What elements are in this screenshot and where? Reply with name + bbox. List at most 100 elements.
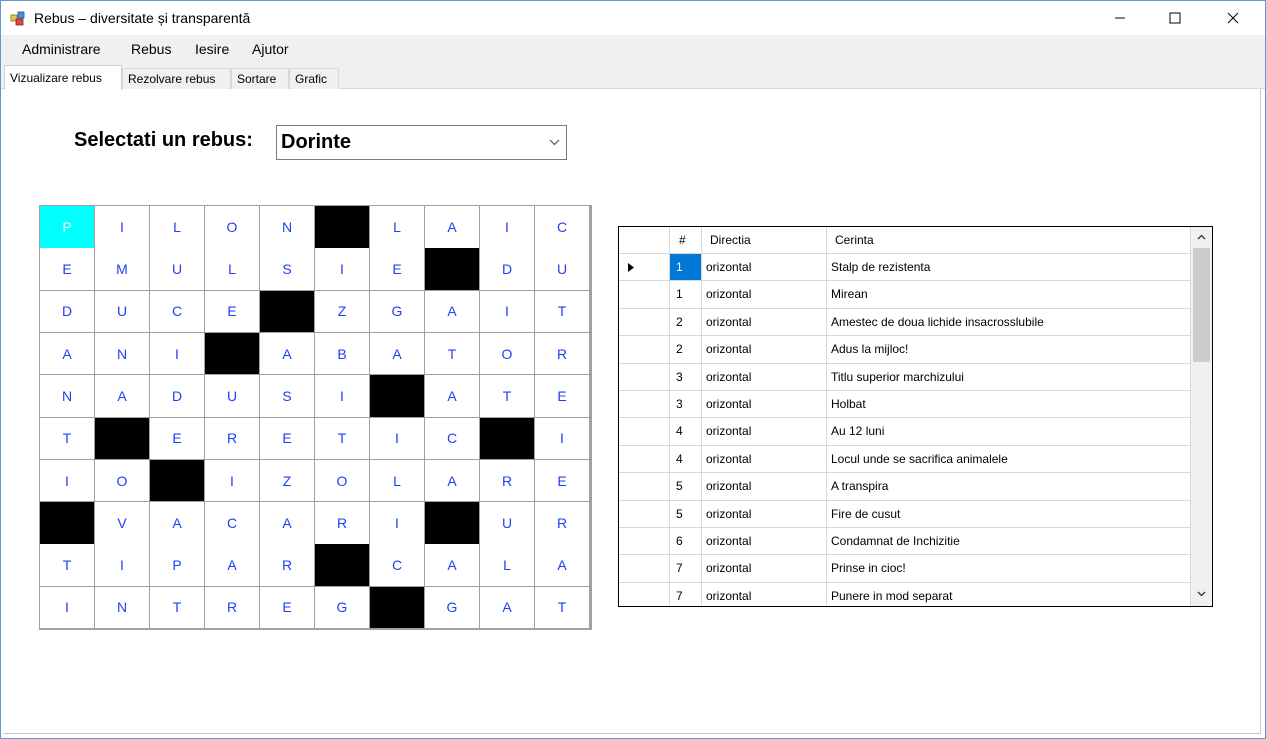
- cell-num[interactable]: 3: [670, 391, 702, 419]
- grid-cell[interactable]: C: [535, 206, 589, 248]
- cell-cerinta[interactable]: Amestec de doua lichide insacrosslubile: [827, 308, 1191, 337]
- grid-cell[interactable]: T: [315, 417, 369, 459]
- row-header[interactable]: [619, 308, 670, 337]
- grid-cell[interactable]: D: [150, 375, 204, 417]
- cell-cerinta[interactable]: Au 12 luni: [827, 418, 1191, 446]
- grid-cell[interactable]: C: [425, 417, 479, 459]
- cell-cerinta[interactable]: Punere in mod separat: [827, 582, 1191, 606]
- grid-cell[interactable]: A: [425, 206, 479, 248]
- cell-num[interactable]: 3: [670, 363, 702, 391]
- grid-cell[interactable]: O: [315, 459, 369, 502]
- header-cerinta[interactable]: Cerinta: [827, 227, 1191, 254]
- grid-cell[interactable]: A: [425, 375, 479, 417]
- grid-cell[interactable]: M: [95, 248, 149, 290]
- row-header[interactable]: [619, 391, 670, 419]
- grid-cell[interactable]: D: [480, 248, 534, 290]
- grid-cell-selected[interactable]: P: [40, 206, 94, 248]
- table-row[interactable]: 1 orizontal Mirean: [619, 281, 1191, 309]
- tab-sortare[interactable]: Sortare: [231, 68, 289, 89]
- grid-cell[interactable]: N: [40, 375, 94, 417]
- row-header[interactable]: [619, 582, 670, 606]
- cell-cerinta[interactable]: Condamnat de Inchizitie: [827, 528, 1191, 556]
- grid-cell[interactable]: A: [260, 332, 314, 375]
- grid-cell[interactable]: I: [315, 375, 369, 417]
- grid-cell[interactable]: E: [260, 586, 314, 629]
- grid-cell[interactable]: T: [40, 544, 94, 586]
- grid-cell[interactable]: O: [480, 332, 534, 375]
- maximize-button[interactable]: [1152, 1, 1198, 34]
- grid-cell[interactable]: G: [370, 290, 424, 333]
- grid-cell[interactable]: I: [370, 502, 424, 544]
- row-header[interactable]: [619, 336, 670, 364]
- cell-cerinta[interactable]: A transpira: [827, 473, 1191, 501]
- grid-cell-black[interactable]: [370, 375, 424, 417]
- grid-cell[interactable]: U: [535, 248, 589, 290]
- grid-cell[interactable]: N: [260, 206, 314, 248]
- grid-cell[interactable]: R: [205, 417, 259, 459]
- grid-cell[interactable]: B: [315, 332, 369, 375]
- cell-num[interactable]: 4: [670, 418, 702, 446]
- grid-cell[interactable]: N: [95, 332, 149, 375]
- title-bar[interactable]: Rebus – diversitate și transparentă: [1, 1, 1265, 35]
- tab-vizualizare-rebus[interactable]: Vizualizare rebus: [4, 65, 122, 90]
- grid-cell[interactable]: P: [150, 544, 204, 586]
- cell-cerinta[interactable]: Titlu superior marchizului: [827, 363, 1191, 391]
- table-row[interactable]: 4 orizontal Au 12 luni: [619, 418, 1191, 446]
- grid-cell-black[interactable]: [370, 586, 424, 629]
- grid-cell[interactable]: O: [205, 206, 259, 248]
- header-num[interactable]: #: [670, 227, 702, 254]
- row-header[interactable]: [619, 473, 670, 501]
- table-row[interactable]: 7 orizontal Prinse in cioc!: [619, 555, 1191, 583]
- grid-cell[interactable]: T: [535, 290, 589, 333]
- row-header[interactable]: [619, 555, 670, 583]
- cell-directia[interactable]: orizontal: [702, 254, 827, 282]
- table-row[interactable]: 2 orizontal Amestec de doua lichide insacr…: [619, 308, 1191, 337]
- row-header[interactable]: [619, 528, 670, 556]
- grid-cell[interactable]: I: [480, 206, 534, 248]
- table-row[interactable]: 3 orizontal Holbat: [619, 391, 1191, 419]
- cell-cerinta[interactable]: Prinse in cioc!: [827, 555, 1191, 583]
- grid-cell[interactable]: I: [370, 417, 424, 459]
- grid-cell[interactable]: U: [205, 375, 259, 417]
- table-row[interactable]: 5 orizontal Fire de cusut: [619, 500, 1191, 528]
- cell-cerinta[interactable]: Fire de cusut: [827, 500, 1191, 528]
- cell-num[interactable]: 1: [670, 254, 702, 282]
- cell-directia[interactable]: orizontal: [702, 445, 827, 474]
- grid-cell[interactable]: S: [260, 248, 314, 290]
- grid-cell[interactable]: A: [425, 544, 479, 586]
- grid-cell[interactable]: T: [535, 586, 589, 629]
- grid-cell[interactable]: E: [40, 248, 94, 290]
- grid-cell[interactable]: A: [95, 375, 149, 417]
- grid-cell[interactable]: I: [40, 586, 94, 629]
- grid-cell-black[interactable]: [315, 544, 369, 586]
- grid-cell[interactable]: A: [150, 502, 204, 544]
- grid-cell[interactable]: R: [535, 332, 589, 375]
- grid-cell[interactable]: R: [535, 502, 589, 544]
- grid-cell-black[interactable]: [260, 290, 314, 333]
- cell-cerinta[interactable]: Stalp de rezistenta: [827, 254, 1191, 282]
- grid-cell[interactable]: A: [480, 586, 534, 629]
- table-row[interactable]: 7 orizontal Punere in mod separat: [619, 582, 1191, 606]
- tab-rezolvare-rebus[interactable]: Rezolvare rebus: [122, 68, 231, 89]
- grid-cell[interactable]: G: [315, 586, 369, 629]
- menu-rebus[interactable]: Rebus: [131, 41, 171, 57]
- row-header[interactable]: [619, 363, 670, 391]
- grid-cell[interactable]: A: [40, 332, 94, 375]
- grid-cell[interactable]: R: [480, 459, 534, 502]
- grid-cell[interactable]: A: [535, 544, 589, 586]
- cell-directia[interactable]: orizontal: [702, 473, 827, 501]
- chevron-down-icon[interactable]: [549, 139, 560, 146]
- grid-cell-black[interactable]: [40, 502, 94, 544]
- grid-cell[interactable]: Z: [260, 459, 314, 502]
- table-scrollbar[interactable]: [1191, 227, 1212, 606]
- close-button[interactable]: [1210, 1, 1256, 34]
- header-directia[interactable]: Directia: [702, 227, 827, 254]
- table-row[interactable]: 4 orizontal Locul unde se sacrifica animal…: [619, 445, 1191, 474]
- grid-cell[interactable]: L: [370, 459, 424, 502]
- grid-cell[interactable]: N: [95, 586, 149, 629]
- grid-cell-black[interactable]: [315, 206, 369, 248]
- rebus-select[interactable]: Dorinte: [276, 125, 567, 160]
- cell-num[interactable]: 1: [670, 281, 702, 309]
- tab-grafic[interactable]: Grafic: [289, 68, 339, 89]
- grid-cell[interactable]: I: [95, 544, 149, 586]
